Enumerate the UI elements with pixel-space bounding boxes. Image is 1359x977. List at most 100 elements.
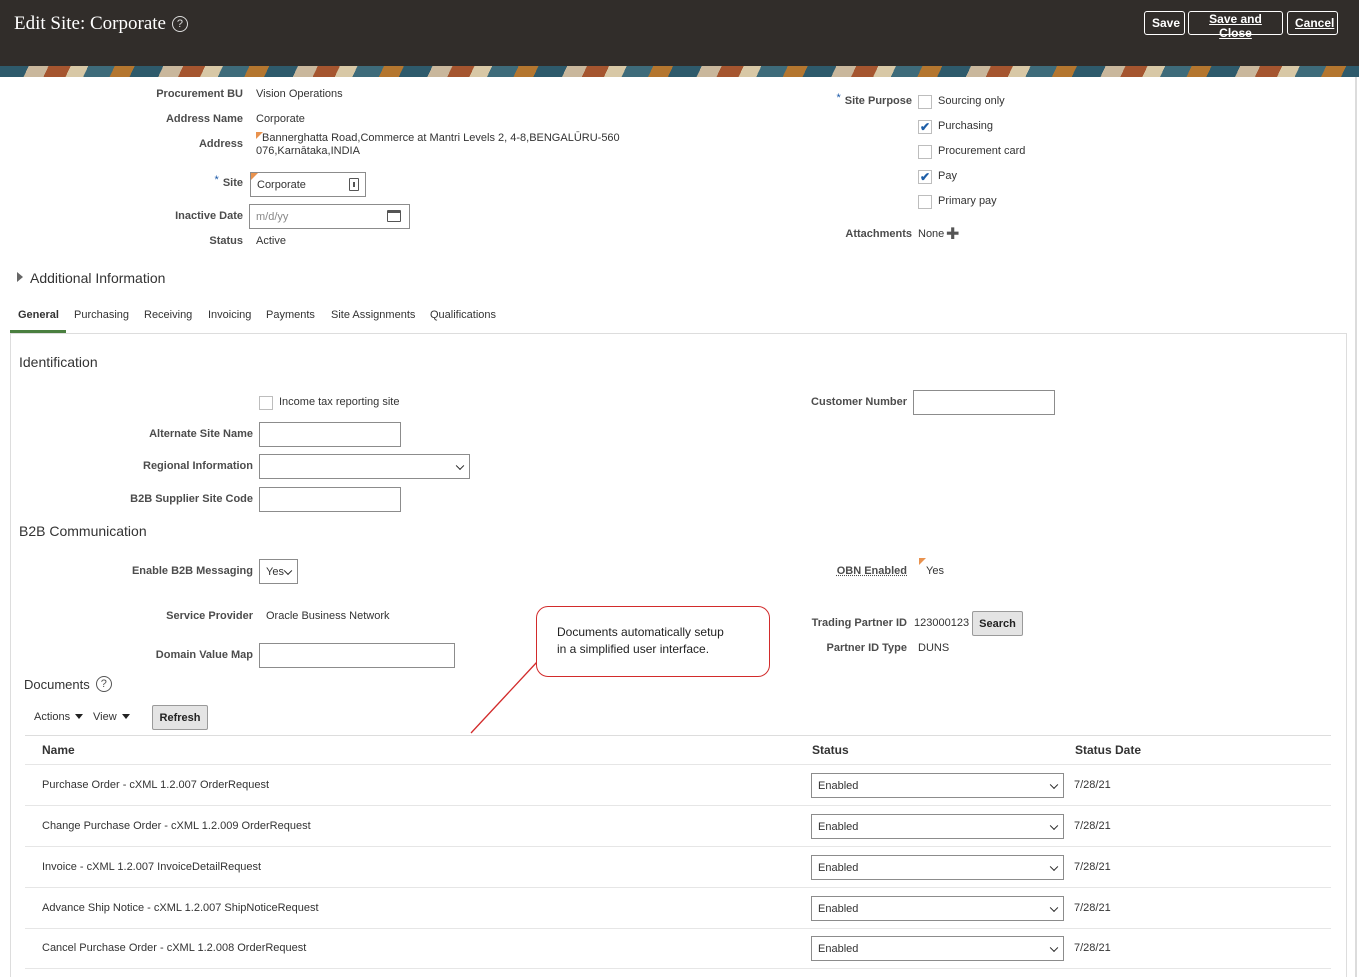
enable-b2b-messaging-value: Yes [266,565,284,578]
help-icon[interactable]: ? [171,16,188,32]
tab-payments[interactable]: Payments [266,309,315,321]
callout-line-1: Documents automatically setup [557,625,724,639]
service-provider-label: Service Provider [166,610,253,622]
table-row[interactable]: Cancel Purchase Order - cXML 1.2.008 Ord… [25,928,1331,969]
attachments-label: Attachments [845,228,912,240]
chevron-down-icon [1049,943,1059,952]
search-button[interactable]: Search [972,611,1023,636]
document-name: Cancel Purchase Order - cXML 1.2.008 Ord… [42,942,307,954]
info-flag-icon [251,173,258,180]
enable-b2b-messaging-select[interactable]: Yes [259,559,298,584]
inactive-date-placeholder: m/d/yy [256,210,289,223]
cancel-button[interactable]: Cancel [1287,11,1338,35]
column-header-name[interactable]: Name [42,743,75,757]
purchasing-label: Purchasing [938,120,994,132]
add-attachment-icon[interactable]: ✚ [946,224,959,244]
window-border [1355,77,1357,977]
column-header-status-date[interactable]: Status Date [1075,743,1141,757]
procurement-bu-label: Procurement BU [156,88,243,100]
table-row[interactable]: Advance Ship Notice - cXML 1.2.007 ShipN… [25,887,1331,928]
document-status-date: 7/28/21 [1074,942,1111,954]
additional-information-toggle[interactable]: Additional Information [17,270,165,286]
page-header: Edit Site: Corporate? Save Save and Clos… [0,0,1359,66]
lov-icon[interactable] [349,178,359,191]
address-line-1: Bannerghatta Road,Commerce at Mantri Lev… [262,132,620,144]
trading-partner-id-label: Trading Partner ID [811,617,907,629]
document-status-date: 7/28/21 [1074,902,1111,914]
document-status-select[interactable]: Enabled [811,936,1064,961]
help-icon[interactable]: ? [95,676,112,692]
save-and-close-button[interactable]: Save and Close [1188,11,1283,40]
document-status-value: Enabled [818,942,859,955]
trading-partner-id-value: 123000123 [914,617,970,629]
inactive-date-input[interactable]: m/d/yy [249,204,410,229]
chevron-down-icon [1049,821,1059,830]
page-title: Edit Site: Corporate? [14,13,188,35]
purchasing-checkbox[interactable]: ✔ [918,120,932,134]
obn-enabled-value: Yes [926,565,944,577]
table-divider [25,735,1331,736]
table-row[interactable]: Purchase Order - cXML 1.2.007 OrderReque… [25,764,1331,805]
tab-general[interactable]: General [18,309,59,321]
alternate-site-name-input[interactable] [259,422,401,447]
tab-site-assignments[interactable]: Site Assignments [331,309,415,321]
procurement-card-label: Procurement card [938,145,1026,157]
save-button[interactable]: Save [1144,11,1185,35]
customer-number-input[interactable] [913,390,1055,415]
pay-label: Pay [938,170,957,182]
site-purpose-label: * Site Purpose [790,92,912,107]
income-tax-label: Income tax reporting site [279,396,400,408]
callout-line-2: in a simplified user interface. [557,642,710,656]
tab-purchasing[interactable]: Purchasing [74,309,129,321]
obn-enabled-label[interactable]: OBN Enabled [800,565,907,577]
site-label: * Site [100,174,243,189]
domain-value-map-input[interactable] [259,643,455,668]
pay-checkbox[interactable]: ✔ [918,170,932,184]
customer-number-label: Customer Number [811,396,907,408]
actions-menu[interactable]: Actions [34,711,84,723]
document-status-select[interactable]: Enabled [811,814,1064,839]
document-name: Change Purchase Order - cXML 1.2.009 Ord… [42,820,311,832]
procurement-card-checkbox[interactable] [918,145,932,159]
partner-id-type-value: DUNS [918,642,950,654]
calendar-icon[interactable] [387,210,401,222]
primary-pay-checkbox[interactable] [918,195,932,209]
document-status-date: 7/28/21 [1074,820,1111,832]
b2b-supplier-site-code-input[interactable] [259,487,401,512]
tab-qualifications[interactable]: Qualifications [430,309,496,321]
site-input[interactable]: Corporate [250,172,366,197]
document-status-select[interactable]: Enabled [811,896,1064,921]
primary-pay-label: Primary pay [938,195,997,207]
income-tax-checkbox[interactable] [259,396,273,410]
view-menu[interactable]: View [93,711,130,723]
inactive-date-label: Inactive Date [175,210,243,222]
document-status-select[interactable]: Enabled [811,773,1064,798]
documents-title: Documents [24,677,90,692]
document-status-value: Enabled [818,861,859,874]
identification-heading: Identification [19,354,98,370]
tab-invoicing[interactable]: Invoicing [208,309,251,321]
regional-information-select[interactable] [259,454,470,479]
chevron-down-icon [1049,903,1059,912]
table-row[interactable]: Invoice - cXML 1.2.007 InvoiceDetailRequ… [25,846,1331,887]
enable-b2b-messaging-label: Enable B2B Messaging [131,565,253,577]
document-name: Invoice - cXML 1.2.007 InvoiceDetailRequ… [42,861,262,873]
document-status-value: Enabled [818,902,859,915]
sourcing-only-label: Sourcing only [938,95,1005,107]
site-label-text: Site [222,177,243,189]
status-value: Active [256,235,286,247]
site-purpose-label-text: Site Purpose [844,95,912,107]
document-status-select[interactable]: Enabled [811,855,1064,880]
column-header-status[interactable]: Status [812,743,849,757]
tab-receiving[interactable]: Receiving [144,309,192,321]
attachments-value: None [918,228,945,240]
refresh-button[interactable]: Refresh [152,705,208,730]
document-status-date: 7/28/21 [1074,779,1111,791]
annotation-callout: Documents automatically setup in a simpl… [536,606,770,677]
decorative-banner [0,66,1359,77]
table-row[interactable]: Change Purchase Order - cXML 1.2.009 Ord… [25,805,1331,846]
document-name: Purchase Order - cXML 1.2.007 OrderReque… [42,779,270,791]
regional-information-label: Regional Information [143,460,253,472]
dropdown-arrow-icon [121,714,130,719]
sourcing-only-checkbox[interactable] [918,95,932,109]
